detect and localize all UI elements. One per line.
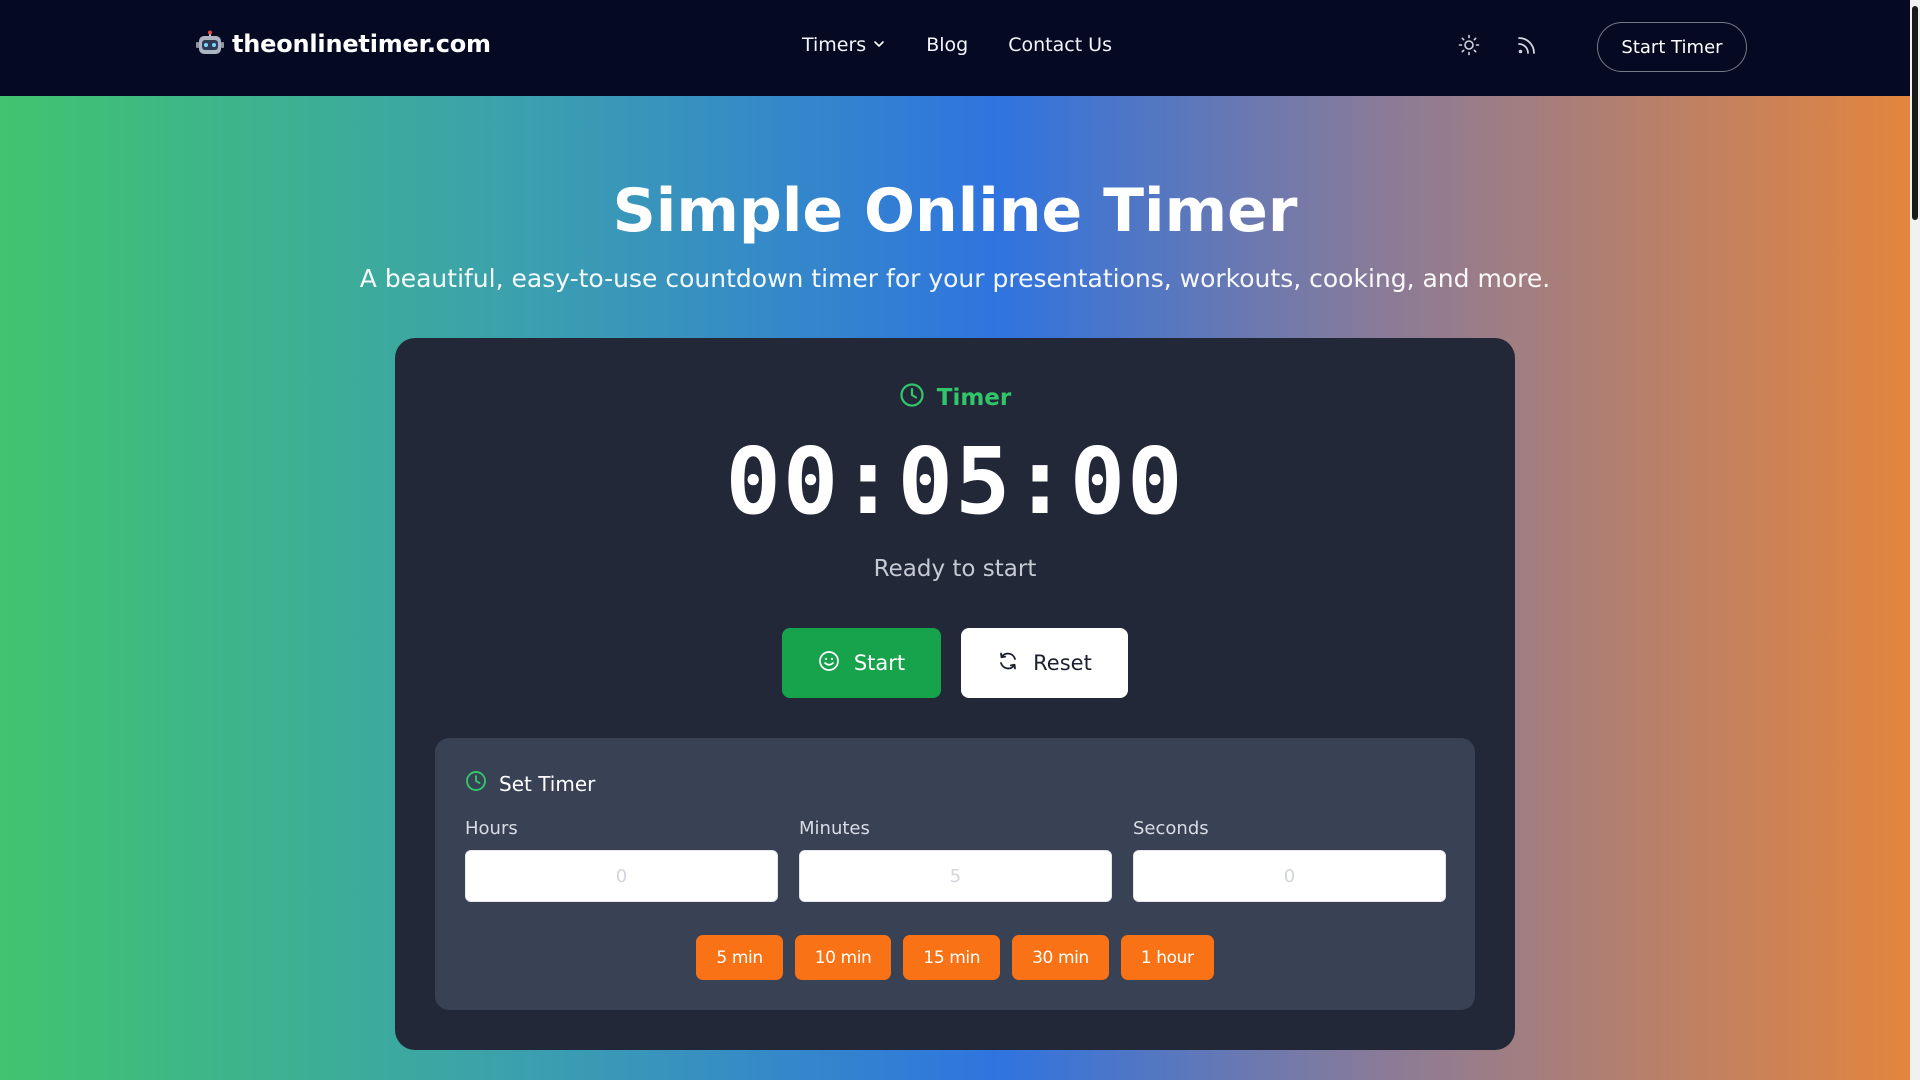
page-scrollbar[interactable] bbox=[1910, 0, 1920, 1080]
rss-button[interactable] bbox=[1513, 33, 1541, 61]
site-logo-text: theonlinetimer.com bbox=[232, 30, 491, 58]
timer-controls: Start Reset bbox=[395, 628, 1515, 698]
rss-icon bbox=[1516, 34, 1538, 60]
start-timer-nav-button[interactable]: Start Timer bbox=[1597, 22, 1747, 72]
nav-actions: Start Timer bbox=[1455, 22, 1747, 72]
timer-label: Timer bbox=[395, 382, 1515, 414]
sun-icon bbox=[1458, 34, 1480, 60]
page-subtitle: A beautiful, easy-to-use countdown timer… bbox=[359, 264, 1551, 293]
seconds-field: Seconds bbox=[1133, 818, 1446, 902]
hours-label: Hours bbox=[465, 818, 518, 839]
nav-links: Timers Blog Contact Us bbox=[802, 34, 1112, 56]
minutes-field: Minutes bbox=[799, 818, 1112, 902]
preset-1-hour-button[interactable]: 1 hour bbox=[1120, 935, 1214, 980]
theme-toggle-button[interactable] bbox=[1455, 33, 1483, 61]
refresh-icon bbox=[997, 650, 1019, 677]
start-button[interactable]: Start bbox=[782, 628, 941, 698]
nav-link-contact-label: Contact Us bbox=[1008, 34, 1112, 56]
seconds-label: Seconds bbox=[1133, 818, 1209, 839]
page-scrollbar-thumb[interactable] bbox=[1912, 6, 1918, 220]
set-timer-title: Set Timer bbox=[465, 770, 595, 797]
clock-icon bbox=[899, 382, 925, 414]
set-timer-title-text: Set Timer bbox=[499, 771, 596, 796]
nav-link-blog[interactable]: Blog bbox=[926, 34, 968, 56]
timer-card: Timer 00:05:00 Ready to start Start Rese… bbox=[395, 338, 1515, 1050]
nav-link-timers-label: Timers bbox=[802, 34, 867, 56]
time-display: 00:05:00 bbox=[725, 428, 1185, 535]
preset-buttons: 5 min 10 min 15 min 30 min 1 hour bbox=[435, 935, 1475, 980]
set-timer-panel: Set Timer Hours Minutes Seconds 5 min 10… bbox=[435, 738, 1475, 1010]
top-navigation: theonlinetimer.com Timers Blog Contact U… bbox=[0, 0, 1920, 96]
start-button-label: Start bbox=[853, 651, 906, 675]
seconds-input[interactable] bbox=[1133, 850, 1446, 902]
timer-label-text: Timer bbox=[936, 385, 1012, 411]
nav-link-contact[interactable]: Contact Us bbox=[1008, 34, 1112, 56]
chevron-down-icon bbox=[872, 34, 886, 56]
robot-icon bbox=[196, 30, 224, 58]
nav-link-timers[interactable]: Timers bbox=[802, 34, 886, 56]
preset-5-min-button[interactable]: 5 min bbox=[696, 935, 783, 980]
reset-button[interactable]: Reset bbox=[961, 628, 1128, 698]
preset-10-min-button[interactable]: 10 min bbox=[794, 935, 892, 980]
hours-field: Hours bbox=[465, 818, 778, 902]
page-title: Simple Online Timer bbox=[612, 176, 1298, 246]
nav-link-blog-label: Blog bbox=[926, 34, 969, 56]
minutes-label: Minutes bbox=[799, 818, 870, 839]
clock-icon bbox=[465, 770, 487, 797]
preset-30-min-button[interactable]: 30 min bbox=[1012, 935, 1109, 980]
site-logo[interactable]: theonlinetimer.com bbox=[196, 30, 491, 58]
preset-15-min-button[interactable]: 15 min bbox=[903, 935, 1001, 980]
timer-status: Ready to start bbox=[873, 556, 1037, 582]
hours-input[interactable] bbox=[465, 850, 778, 902]
smile-icon bbox=[818, 650, 840, 677]
minutes-input[interactable] bbox=[799, 850, 1112, 902]
reset-button-label: Reset bbox=[1033, 651, 1092, 675]
